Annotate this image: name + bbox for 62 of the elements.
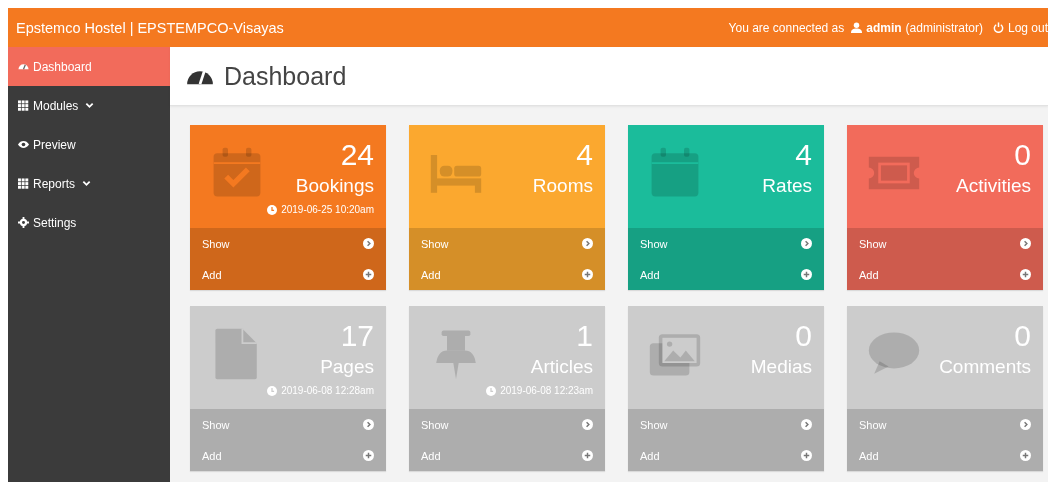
user-role: (administrator) [905,20,983,35]
connected-label: You are connected as [728,20,845,35]
card-label: Bookings [295,174,374,198]
add-link[interactable]: Add [190,259,386,290]
show-link[interactable]: Show [628,228,824,259]
power-icon [992,22,1004,33]
chevron-circle-icon [363,419,374,430]
user-icon [851,22,863,33]
logout-link[interactable]: Log out [1007,20,1048,35]
chevron-circle-icon [363,238,374,249]
card-count: 4 [795,137,812,173]
grid-icon [18,178,29,189]
user-name: admin [866,20,902,35]
card-count: 24 [340,137,374,173]
show-link[interactable]: Show [190,228,386,259]
page-title: Dashboard [224,61,347,91]
add-link[interactable]: Add [628,440,824,471]
gauge-icon [18,61,29,72]
add-link[interactable]: Add [409,440,605,471]
show-link[interactable]: Show [847,409,1043,440]
chevron-circle-icon [582,238,593,249]
sidebar-item[interactable]: Dashboard [8,47,170,86]
grid-icon [18,100,29,111]
plus-circle-icon [363,269,374,280]
chevron-circle-icon [1020,238,1031,249]
chevron-circle-icon [801,238,812,249]
plus-circle-icon [801,269,812,280]
add-link[interactable]: Add [847,259,1043,290]
card-label: Activities [956,174,1031,198]
show-link[interactable]: Show [409,228,605,259]
show-link[interactable]: Show [190,409,386,440]
chevron-circle-icon [801,419,812,430]
plus-circle-icon [582,450,593,461]
plus-circle-icon [363,450,374,461]
show-link[interactable]: Show [409,409,605,440]
add-link[interactable]: Add [409,259,605,290]
card-count: 4 [576,137,593,173]
clock-icon [267,385,278,396]
card-label: Rates [762,174,812,198]
settings-icon [18,217,29,228]
card-label: Rooms [532,174,593,198]
clock-icon [267,204,278,215]
plus-circle-icon [801,450,812,461]
sidebar-item[interactable]: Reports [8,164,170,203]
show-link[interactable]: Show [628,409,824,440]
sidebar-item[interactable]: Settings [8,203,170,242]
site-title: Epstemco Hostel | EPSTEMPCO-Visayas [16,19,284,36]
plus-circle-icon [1020,450,1031,461]
add-link[interactable]: Add [628,259,824,290]
show-link[interactable]: Show [847,228,1043,259]
plus-circle-icon [1020,269,1031,280]
plus-circle-icon [582,269,593,280]
clock-icon [486,385,497,396]
chevron-circle-icon [1020,419,1031,430]
add-link[interactable]: Add [190,440,386,471]
card-timestamp: 2019-06-25 10:20am [281,204,374,215]
chevron-circle-icon [582,419,593,430]
add-link[interactable]: Add [847,440,1043,471]
sidebar-item[interactable]: Preview [8,125,170,164]
card-count: 0 [1014,137,1031,173]
sidebar-item[interactable]: Modules [8,86,170,125]
eye-icon [18,139,29,150]
